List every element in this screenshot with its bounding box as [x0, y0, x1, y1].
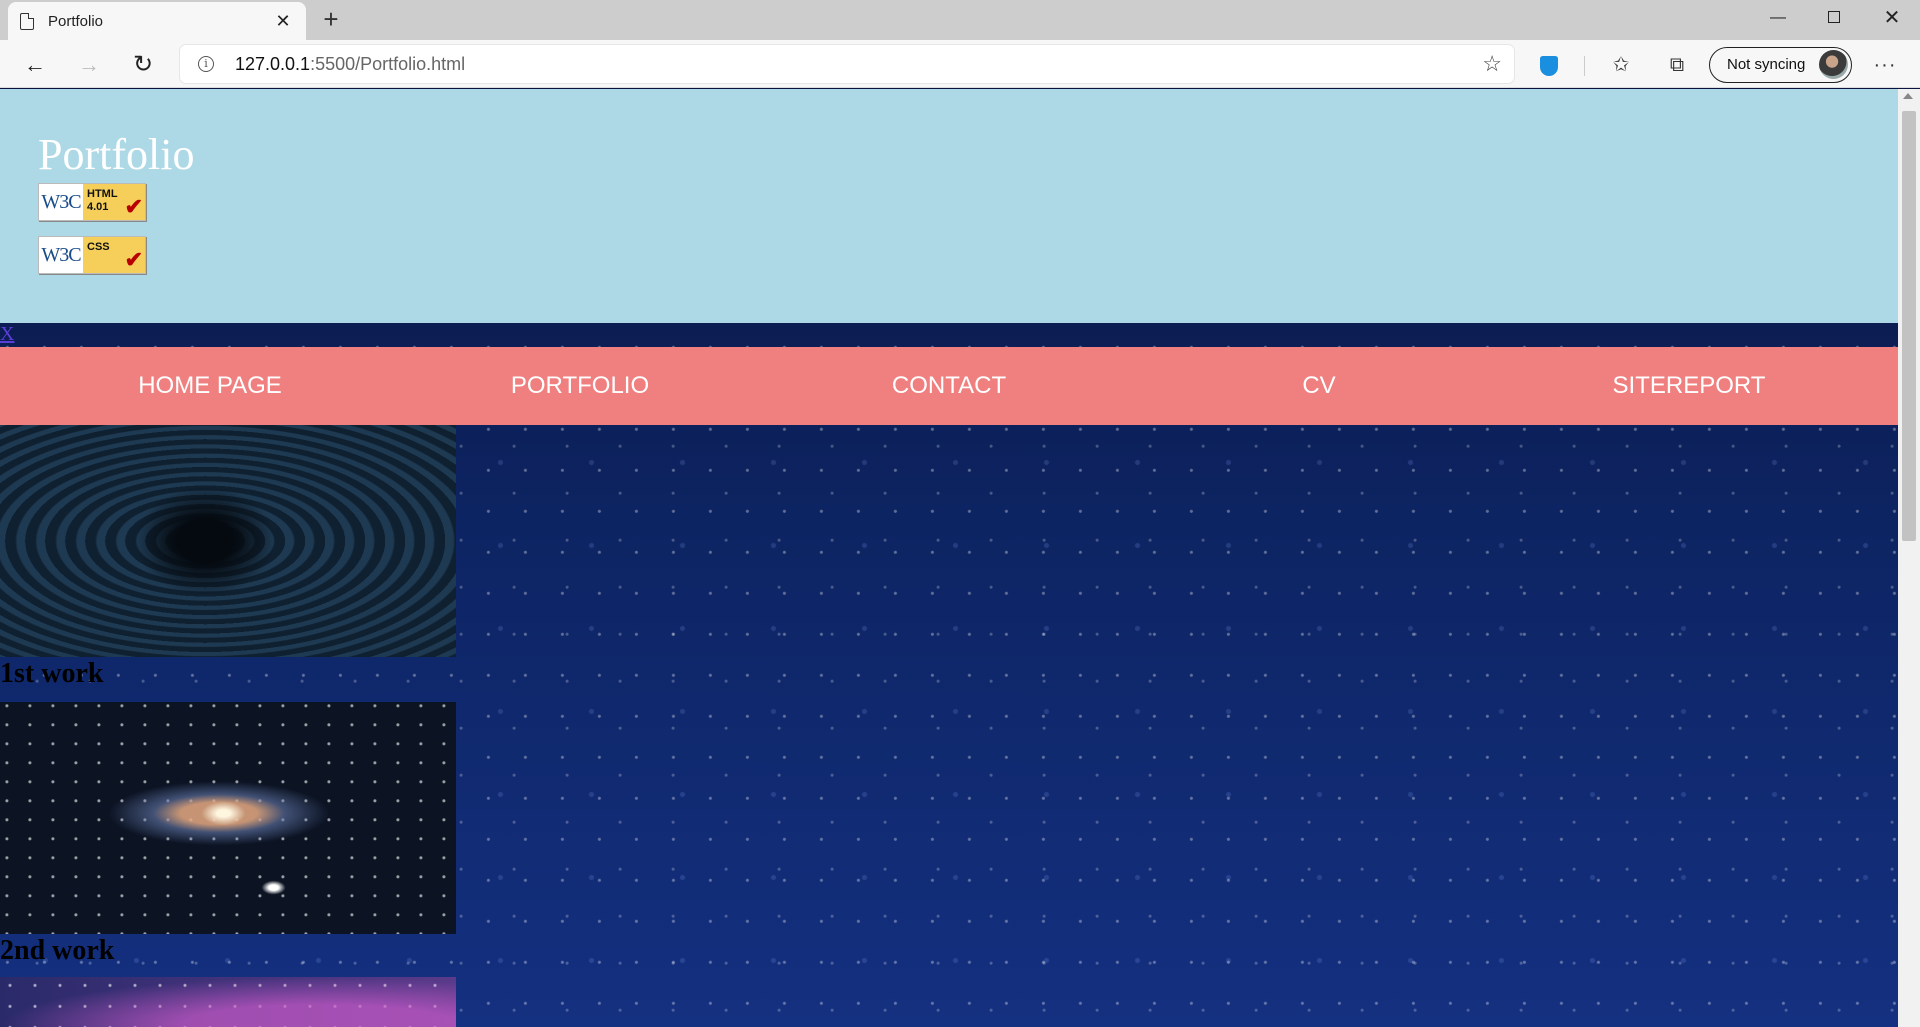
back-arrow-icon[interactable]: ← — [18, 48, 52, 82]
nav-cv[interactable]: CV — [1134, 347, 1504, 425]
nav-home-page[interactable]: HOME PAGE — [25, 347, 395, 425]
work-image-black-hole[interactable] — [0, 425, 456, 657]
collections-icon[interactable]: ⧉ — [1660, 48, 1694, 82]
reload-icon[interactable]: ↻ — [126, 48, 160, 82]
tab-strip: Portfolio ✕ + — ✕ — [0, 0, 1920, 40]
page-viewport: Portfolio W3C HTML 4.01 ✔ W3C CSS ✔ X HO… — [0, 89, 1898, 1027]
favorite-star-icon[interactable]: ☆ — [1482, 51, 1502, 77]
toolbar-divider — [1584, 56, 1585, 76]
profile-button[interactable]: Not syncing — [1709, 47, 1852, 83]
close-link[interactable]: X — [0, 323, 14, 346]
w3c-html-badge[interactable]: W3C HTML 4.01 ✔ — [38, 183, 146, 221]
scroll-thumb[interactable] — [1902, 111, 1916, 541]
url-path: :5500/Portfolio.html — [310, 54, 466, 74]
w3c-css-badge[interactable]: W3C CSS ✔ — [38, 236, 146, 274]
site-header: Portfolio W3C HTML 4.01 ✔ W3C CSS ✔ — [0, 89, 1898, 323]
tab-title: Portfolio — [48, 12, 104, 30]
nav-contact[interactable]: CONTACT — [764, 347, 1134, 425]
sync-status: Not syncing — [1727, 56, 1806, 73]
work-caption: 2nd work — [0, 935, 115, 966]
scroll-up-arrow-icon[interactable] — [1903, 93, 1913, 99]
badge-label-line2: 4.01 — [87, 201, 109, 213]
w3c-logo: W3C — [41, 191, 81, 213]
vertical-scrollbar[interactable] — [1898, 89, 1920, 1027]
nav-sitereport[interactable]: SITEREPORT — [1504, 347, 1874, 425]
browser-toolbar: ← → ↻ i 127.0.0.1:5500/Portfolio.html ☆ … — [0, 40, 1920, 88]
url-host: 127.0.0.1 — [235, 54, 311, 74]
badge-label: CSS ✔ — [83, 237, 145, 273]
badge-label: HTML 4.01 ✔ — [83, 184, 145, 220]
minimize-icon[interactable]: — — [1750, 0, 1806, 36]
address-bar[interactable]: i 127.0.0.1:5500/Portfolio.html ☆ — [180, 45, 1514, 83]
more-menu-icon[interactable]: ··· — [1868, 48, 1902, 82]
main-nav: HOME PAGE PORTFOLIO CONTACT CV SITEREPOR… — [0, 347, 1898, 425]
checkmark-icon: ✔ — [124, 194, 143, 219]
work-image-nebula[interactable] — [0, 977, 456, 1027]
work-caption: 1st work — [0, 658, 104, 689]
badge-label-line1: HTML — [87, 188, 118, 200]
page-title: Portfolio — [38, 130, 195, 179]
checkmark-icon: ✔ — [124, 247, 143, 272]
forward-arrow-icon[interactable]: → — [72, 48, 106, 82]
favorites-icon[interactable]: ✩ — [1604, 48, 1638, 82]
w3c-logo: W3C — [41, 244, 81, 266]
tab-close-icon[interactable]: ✕ — [272, 11, 294, 32]
restore-icon[interactable] — [1806, 0, 1862, 36]
avatar — [1819, 50, 1848, 79]
page-icon — [20, 12, 34, 30]
shield-icon[interactable] — [1532, 48, 1566, 82]
browser-tab[interactable]: Portfolio ✕ — [8, 2, 306, 40]
url-text[interactable]: 127.0.0.1:5500/Portfolio.html — [235, 54, 465, 75]
new-tab-icon[interactable]: + — [316, 4, 346, 34]
badge-label-line1: CSS — [87, 241, 110, 253]
window-close-icon[interactable]: ✕ — [1864, 0, 1920, 36]
nav-portfolio[interactable]: PORTFOLIO — [395, 347, 765, 425]
work-image-galaxy[interactable] — [0, 702, 456, 934]
info-icon[interactable]: i — [198, 56, 214, 72]
